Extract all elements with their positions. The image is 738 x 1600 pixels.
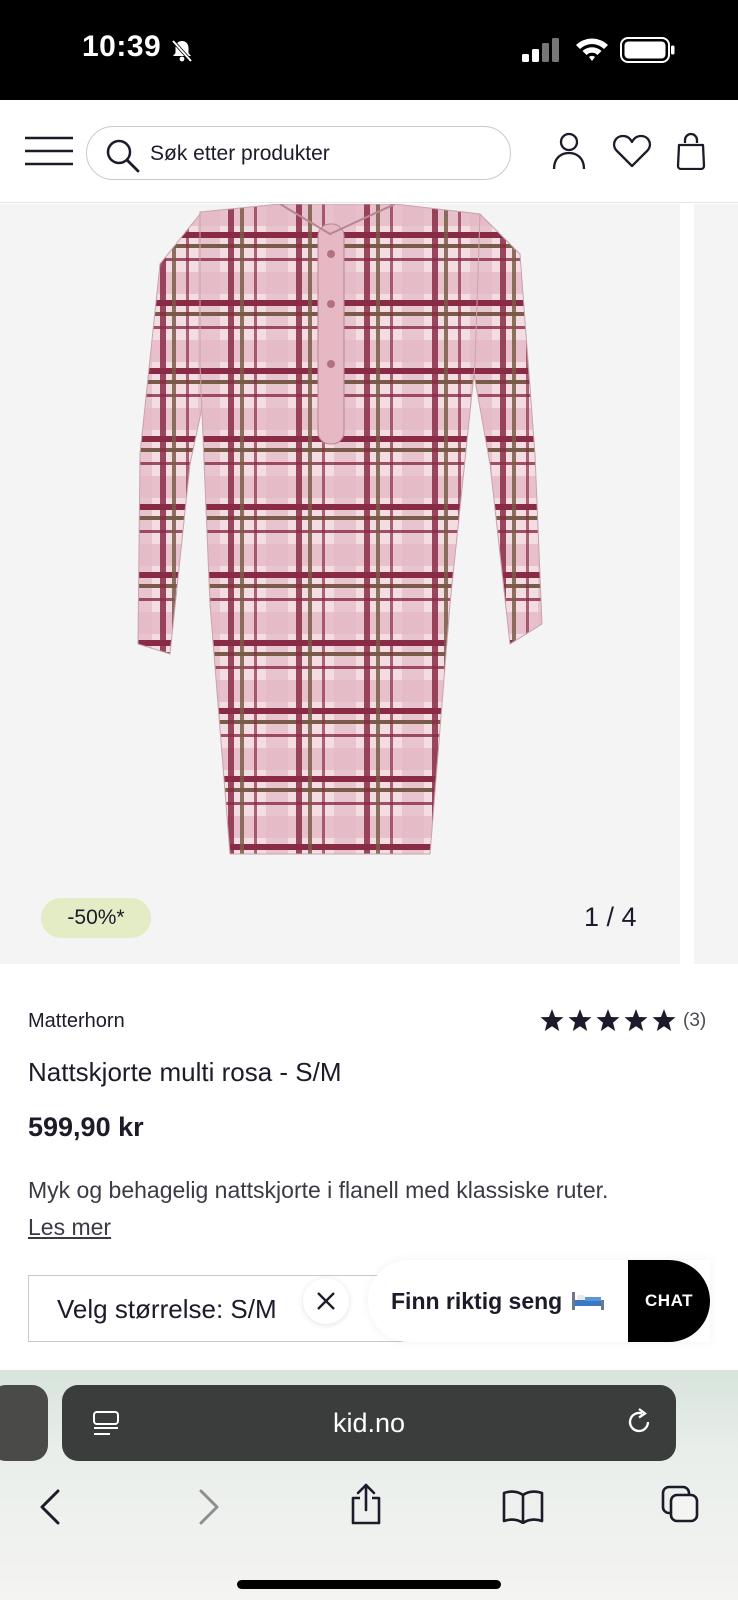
- star-icon: [652, 1009, 676, 1031]
- close-chat-button[interactable]: [303, 1278, 349, 1324]
- bookmarks-icon[interactable]: [502, 1488, 544, 1524]
- size-select-label: Velg størrelse: S/M: [57, 1294, 277, 1324]
- back-icon[interactable]: [38, 1488, 62, 1526]
- wifi-icon: [576, 38, 608, 61]
- forward-icon[interactable]: [197, 1488, 221, 1526]
- previous-tab-preview[interactable]: [0, 1385, 48, 1461]
- gallery-next-slide[interactable]: [694, 204, 738, 964]
- read-more-link[interactable]: Les mer: [28, 1214, 111, 1241]
- bed-icon: [572, 1292, 604, 1310]
- reload-icon[interactable]: [624, 1407, 654, 1437]
- chat-button[interactable]: CHAT: [628, 1260, 710, 1342]
- battery-icon: [620, 37, 675, 63]
- search-placeholder: Søk etter produkter: [150, 142, 330, 165]
- product-description: Myk og behagelig nattskjorte i flanell m…: [28, 1177, 609, 1203]
- rating-stars[interactable]: [540, 1008, 678, 1034]
- status-time: 10:39: [82, 30, 162, 63]
- discount-badge: -50%*: [41, 898, 151, 938]
- url-text: kid.no: [332, 1408, 406, 1438]
- browser-toolbar: kid.no: [0, 1370, 738, 1600]
- status-bar: 10:39: [0, 0, 738, 100]
- share-icon[interactable]: [348, 1482, 384, 1526]
- account-icon[interactable]: [552, 132, 586, 170]
- heart-icon[interactable]: [612, 134, 652, 168]
- search-input[interactable]: Søk etter produkter: [86, 126, 511, 180]
- rating-count[interactable]: (3): [683, 1010, 706, 1032]
- search-icon: [106, 139, 140, 173]
- gallery-slide[interactable]: -50%* 1 / 4: [0, 204, 680, 964]
- address-bar[interactable]: kid.no: [62, 1385, 676, 1461]
- home-indicator: [237, 1580, 501, 1589]
- signal-icon: [522, 38, 559, 62]
- product-image: [137, 204, 543, 855]
- chat-prompt-text: Finn riktig seng: [391, 1288, 563, 1314]
- close-icon: [317, 1292, 335, 1310]
- product-gallery[interactable]: -50%* 1 / 4: [0, 204, 738, 964]
- bag-icon[interactable]: [676, 132, 706, 170]
- brand-name[interactable]: Matterhorn: [28, 1010, 125, 1033]
- product-price: 599,90 kr: [28, 1112, 144, 1142]
- product-title: Nattskjorte multi rosa - S/M: [28, 1057, 342, 1087]
- site-header: Søk etter produkter: [0, 100, 738, 203]
- menu-icon[interactable]: [25, 136, 73, 166]
- star-icon: [596, 1009, 620, 1031]
- tabs-icon[interactable]: [660, 1484, 700, 1524]
- bell-muted-icon: [171, 39, 193, 63]
- star-icon: [624, 1009, 648, 1031]
- image-counter: 1 / 4: [584, 902, 637, 932]
- star-icon: [568, 1009, 592, 1031]
- star-icon: [540, 1009, 564, 1031]
